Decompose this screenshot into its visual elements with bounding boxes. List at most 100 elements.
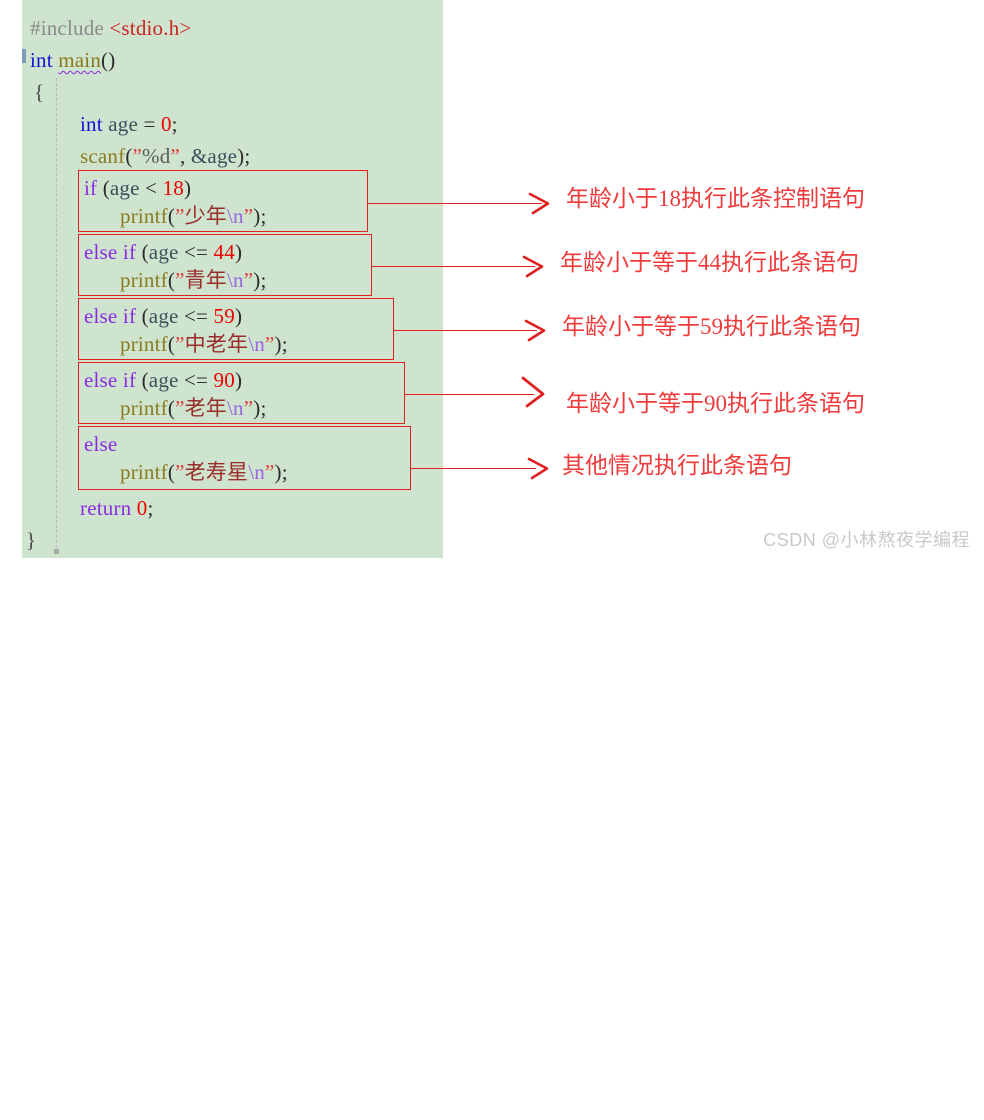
token-num-44: 44	[213, 240, 235, 264]
token-fn-main: main	[58, 48, 102, 72]
token-paren-open-p5: (	[167, 460, 176, 484]
code-line-2: int main()	[30, 44, 115, 76]
token-paren-close-2: )	[234, 240, 243, 264]
token-kw-if: if	[84, 176, 98, 200]
code-line-17: }	[26, 524, 36, 556]
annotation-4: 年龄小于等于90执行此条语句	[566, 391, 865, 416]
token-semicolon-1: ;	[171, 112, 178, 136]
annotation-5: 其他情况执行此条语句	[562, 453, 792, 478]
token-esc-n-2: \n	[227, 268, 244, 292]
token-paren-empty: ()	[101, 48, 116, 72]
code-text: #include <stdio.h> int main() { int age …	[0, 0, 984, 566]
annotation-1: 年龄小于18执行此条控制语句	[566, 186, 865, 211]
token-op-le-3: <=	[184, 368, 209, 392]
token-quote-close-scanf: ”	[170, 144, 180, 168]
token-fn-printf-1: printf	[120, 204, 168, 228]
token-num-59: 59	[213, 304, 235, 328]
token-semicolon-5: ;	[281, 332, 288, 356]
token-quote-open-p4: ”	[175, 396, 185, 420]
token-zero-1: 0	[160, 112, 172, 136]
token-op-le-2: <=	[184, 304, 209, 328]
token-var-age-3: age	[148, 240, 179, 264]
code-line-7: printf(”少年\n”);	[120, 200, 267, 232]
token-kw-if-3: if	[122, 304, 137, 328]
token-var-age-2: age	[109, 176, 140, 200]
code-line-4: int age = 0;	[80, 108, 178, 140]
token-paren-open-p1: (	[167, 204, 176, 228]
token-esc-n-1: \n	[227, 204, 244, 228]
token-kw-else-2: else	[84, 304, 118, 328]
token-semicolon-4: ;	[260, 268, 267, 292]
token-semicolon-6: ;	[260, 396, 267, 420]
token-quote-close-p1: ”	[243, 204, 254, 228]
token-str-laonian: 老年	[184, 396, 227, 420]
token-kw-else-4: else	[84, 432, 118, 456]
token-paren-open-4: (	[141, 368, 149, 392]
token-quote-open-p2: ”	[175, 268, 185, 292]
connector-line-3	[394, 330, 537, 331]
connector-line-5	[411, 468, 536, 469]
token-paren-open-p4: (	[167, 396, 176, 420]
code-line-5: scanf(”%d”, &age);	[80, 140, 250, 172]
token-esc-n-5: \n	[248, 460, 265, 484]
token-addr-age: &age	[190, 144, 238, 168]
connector-line-1	[368, 203, 542, 204]
token-fmt-d: %d	[142, 144, 171, 168]
token-paren-open-scanf: (	[125, 144, 133, 168]
annotation-3: 年龄小于等于59执行此条语句	[562, 314, 861, 339]
token-quote-open-p5: ”	[175, 460, 185, 484]
code-line-1: #include <stdio.h>	[30, 12, 191, 44]
token-paren-close-4: )	[234, 368, 243, 392]
token-esc-n-4: \n	[227, 396, 244, 420]
token-kw-else-1: else	[84, 240, 118, 264]
token-semicolon-7: ;	[281, 460, 288, 484]
token-op-lt: <	[145, 176, 158, 200]
token-fn-printf-3: printf	[120, 332, 168, 356]
token-paren-open-1: (	[102, 176, 110, 200]
token-var-age-5: age	[148, 368, 179, 392]
token-fn-printf-5: printf	[120, 460, 168, 484]
code-line-13: printf(”老年\n”);	[120, 392, 267, 424]
token-assign: =	[143, 112, 156, 136]
token-num-90: 90	[213, 368, 235, 392]
token-paren-open-2: (	[141, 240, 149, 264]
token-var-age-1: age	[108, 112, 138, 136]
token-kw-if-2: if	[122, 240, 137, 264]
code-line-9: printf(”青年\n”);	[120, 264, 267, 296]
token-comma-scanf: ,	[179, 144, 186, 168]
csdn-watermark: CSDN @小林熬夜学编程	[763, 530, 970, 550]
token-zero-2: 0	[136, 496, 148, 520]
token-quote-open-p1: ”	[175, 204, 185, 228]
token-kw-int-2: int	[80, 112, 103, 136]
token-paren-open-3: (	[141, 304, 149, 328]
token-kw-int: int	[30, 48, 53, 72]
token-esc-n-3: \n	[248, 332, 265, 356]
token-brace-open: {	[34, 80, 45, 104]
token-include-directive: #include	[30, 16, 104, 40]
token-quote-close-p2: ”	[243, 268, 254, 292]
token-paren-close-p3: )	[274, 332, 282, 356]
token-semicolon-8: ;	[147, 496, 154, 520]
connector-line-4	[405, 394, 534, 395]
token-brace-close: }	[26, 528, 37, 552]
code-line-11: printf(”中老年\n”);	[120, 328, 288, 360]
code-line-14: else	[84, 428, 117, 460]
token-kw-if-4: if	[122, 368, 137, 392]
token-str-shaonian: 少年	[184, 204, 227, 228]
token-var-age-4: age	[148, 304, 179, 328]
token-fn-printf-2: printf	[120, 268, 168, 292]
code-line-3: {	[34, 76, 44, 108]
token-paren-open-p2: (	[167, 268, 176, 292]
token-num-18: 18	[162, 176, 184, 200]
token-str-zhonglaonian: 中老年	[184, 332, 249, 356]
token-paren-open-p3: (	[167, 332, 176, 356]
token-fn-scanf: scanf	[80, 144, 126, 168]
annotation-2: 年龄小于等于44执行此条语句	[560, 250, 859, 275]
token-paren-close-1: )	[184, 176, 192, 200]
token-semicolon-2: ;	[244, 144, 251, 168]
token-kw-return: return	[80, 496, 132, 520]
token-str-laoshouxing: 老寿星	[184, 460, 249, 484]
token-paren-close-3: )	[234, 304, 243, 328]
connector-line-2	[372, 266, 535, 267]
token-include-header: <stdio.h>	[109, 16, 192, 40]
